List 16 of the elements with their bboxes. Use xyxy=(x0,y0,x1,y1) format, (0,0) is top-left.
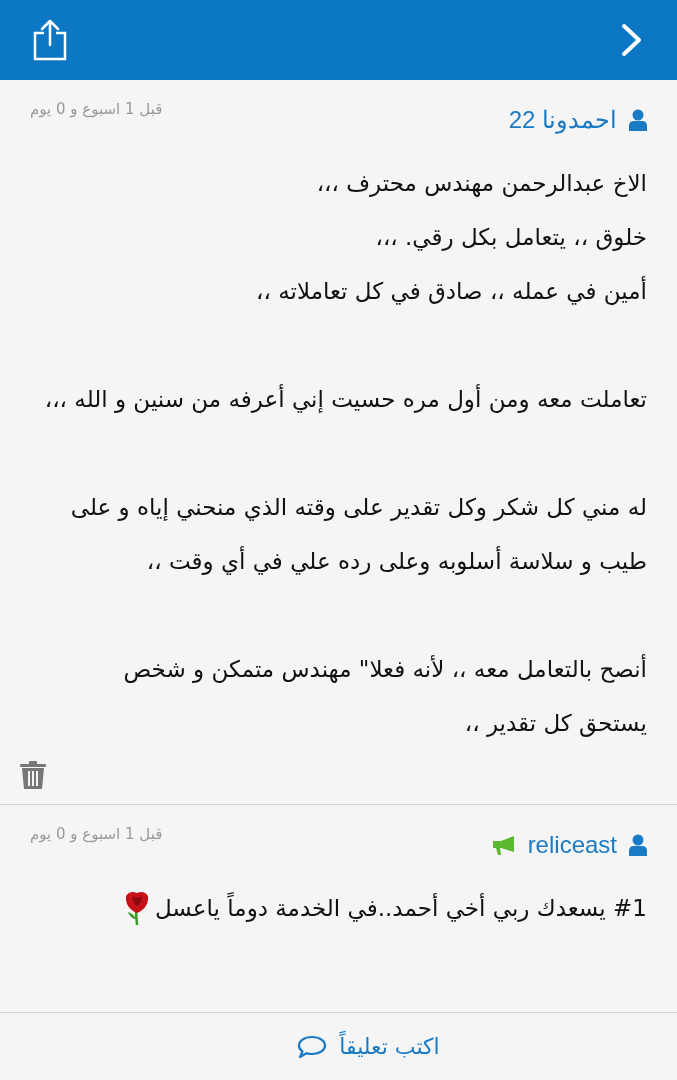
share-icon xyxy=(32,19,68,61)
comment-text: تعاملت معه ومن أول مره حسيت إني أعرفه من سنين و الله ،،، xyxy=(44,383,647,415)
comment-text: #1 يسعدك ربي أخي أحمد..في الخدمة دوماً ياعسل xyxy=(154,881,647,935)
comment-text: له مني كل شكر وكل تقدير على وقته الذي منحني إياه و على طيب و سلاسة أسلوبه وعلى رده علي في أي وقت ،، xyxy=(70,493,647,577)
author-link[interactable]: احمدونا 22 xyxy=(508,102,617,138)
chevron-icon xyxy=(621,23,643,57)
comment-text: الاخ عبدالرحمن مهندس محترف ،،، خلوق ،، يتعامل بكل رقي. ،،، أمين في عمله ،، صادق في كل تعاملاته ،، xyxy=(256,169,647,307)
user-icon xyxy=(629,109,647,131)
post-time: قبل 1 اسبوع و 0 يوم xyxy=(30,99,163,120)
user-icon xyxy=(629,834,647,856)
post-time: قبل 1 اسبوع و 0 يوم xyxy=(30,824,163,845)
trash-icon[interactable] xyxy=(20,760,46,790)
write-comment-button[interactable]: اكتب تعليقاً xyxy=(297,1030,440,1063)
author-link[interactable]: reliceast xyxy=(527,827,617,863)
comment-text: أنصح بالتعامل معه ،، لأنه فعلا" مهندس متمكن و شخص يستحق كل تقدير ،، xyxy=(123,653,647,739)
chat-bubble-icon xyxy=(297,1033,328,1060)
